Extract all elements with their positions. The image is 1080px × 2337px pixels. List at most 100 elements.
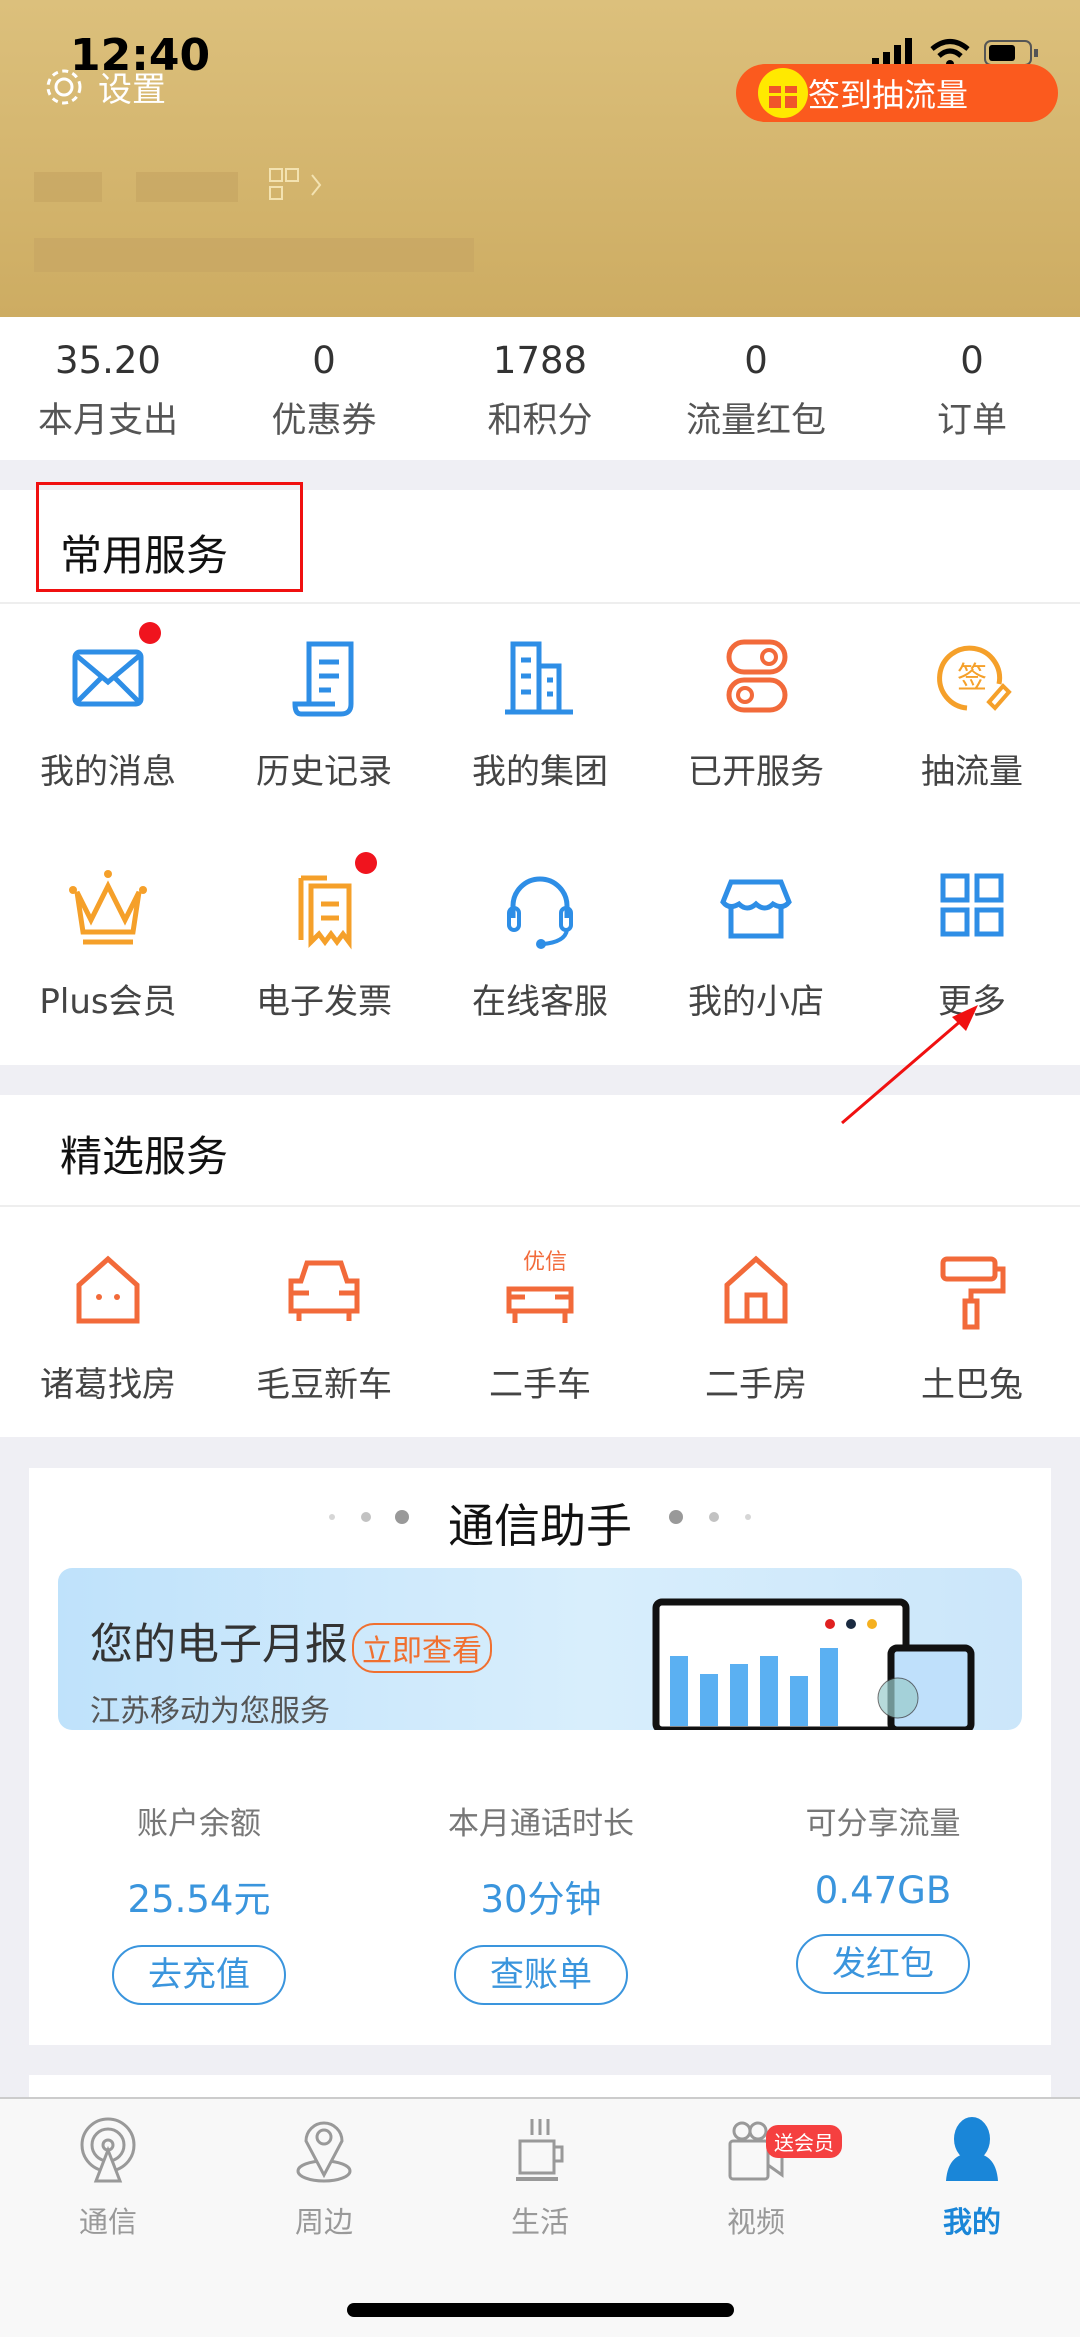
tab-2[interactable]: 生活 [432,2117,648,2241]
stat-item[interactable]: 1788 和积分 [432,317,648,460]
coffee-cup-icon [432,2117,648,2187]
summary-value: 0.47GB [814,1869,952,1912]
summary-value: 30分钟 [480,1878,602,1921]
service-item[interactable]: 历史记录 [216,632,432,793]
service-item[interactable]: 优信二手车 [432,1245,648,1406]
service-label: 我的消息 [40,752,176,792]
comm-assistant-card: 通信助手 您的电子月报 立即查看 江苏移动为您服务 账户余额 25.54元 去充值 本月… [29,1468,1051,2045]
profile-header: 12:40 设置 签到抽流量 [0,0,1080,317]
service-item[interactable]: 已开服务 [648,632,864,793]
highlight-annotation-box [36,482,303,592]
annotation-arrow [841,1005,978,1125]
settings-label: 设置 [98,70,166,110]
stat-value: 0 [312,339,336,382]
service-label: 诸葛找房 [40,1365,176,1405]
tab-0[interactable]: 通信 [0,2117,216,2241]
blurred-phone-number [34,238,474,272]
stat-value: 35.20 [55,339,161,382]
banner-subtitle: 江苏移动为您服务 [90,1694,330,1729]
tab-4[interactable]: 我的 [864,2117,1080,2241]
settings-button[interactable]: 设置 [42,62,166,111]
report-illustration-icon [652,1598,975,1730]
stat-item[interactable]: 0 订单 [864,317,1080,460]
building-icon [495,632,585,722]
blurred-name [34,172,102,202]
account-summary-column: 本月通话时长 30分钟查账单 [371,1798,711,2005]
summary-action-button[interactable]: 去充值 [112,1945,286,2005]
house-icon [711,1245,801,1335]
stat-value: 0 [960,339,984,382]
svg-text:签: 签 [957,661,987,696]
tab-3[interactable]: 送会员视频 [648,2117,864,2241]
service-item[interactable]: 土巴兔 [864,1245,1080,1406]
blurred-name [136,172,238,202]
page-dot [709,1512,719,1522]
card-title: 通信助手 [448,1499,632,1553]
scroll-icon [279,632,369,722]
notification-dot [355,852,377,874]
used-car-icon: 优信 [495,1245,585,1335]
service-item[interactable]: 我的集团 [432,632,648,793]
service-item[interactable]: 我的消息 [0,622,216,793]
house-face-icon [63,1245,153,1335]
stat-value: 0 [744,339,768,382]
user-icon [864,2117,1080,2187]
headset-icon [495,862,585,952]
service-label: 我的集团 [472,752,608,792]
car-icon [279,1245,369,1335]
service-item[interactable]: 电子发票 [216,852,432,1023]
service-item[interactable]: 二手房 [648,1245,864,1406]
stat-item[interactable]: 0 流量红包 [648,317,864,460]
summary-value: 25.54元 [127,1878,271,1921]
service-label: 抽流量 [921,752,1023,792]
gear-icon [46,69,82,104]
summary-action-button[interactable]: 查账单 [454,1945,628,2005]
tab-label: 生活 [510,2205,569,2239]
service-label: 历史记录 [256,752,392,792]
qr-code-icon[interactable] [268,167,328,203]
featured-services-section: 精选服务 诸葛找房 毛豆新车 优信 二手车 二手房 土巴兔 [0,1095,1080,1437]
gift-icon [758,68,808,118]
service-label: 二手车 [489,1365,591,1405]
svg-text:优信: 优信 [523,1250,567,1275]
service-item[interactable]: 毛豆新车 [216,1245,432,1406]
stat-value: 1788 [492,339,588,382]
stat-item[interactable]: 0 优惠券 [216,317,432,460]
service-label: 土巴兔 [921,1365,1023,1405]
view-now-tag[interactable]: 立即查看 [352,1622,492,1673]
service-label: 电子发票 [256,982,392,1022]
monthly-report-banner[interactable]: 您的电子月报 立即查看 江苏移动为您服务 [58,1568,1022,1730]
stat-item[interactable]: 35.20 本月支出 [0,317,216,460]
tab-label: 通信 [78,2205,137,2239]
stat-label: 订单 [936,401,1007,441]
mail-icon [63,622,161,722]
signin-lottery-button[interactable]: 签到抽流量 [736,64,1058,122]
location-pin-icon [216,2117,432,2187]
stat-label: 流量红包 [685,401,826,441]
service-item[interactable]: 在线客服 [432,862,648,1023]
service-item[interactable]: 签抽流量 [864,632,1080,793]
home-indicator[interactable] [347,2303,734,2317]
tab-label: 我的 [942,2205,1001,2239]
service-label: 已开服务 [688,752,824,792]
summary-action-button[interactable]: 发红包 [796,1934,970,1994]
service-label: Plus会员 [39,982,177,1022]
stats-bar: 35.20 本月支出 0 优惠券 1788 和积分 0 流量红包 0 订单 [0,317,1080,460]
notification-dot [139,622,161,644]
summary-label: 本月通话时长 [448,1806,634,1842]
tab-1[interactable]: 周边 [216,2117,432,2241]
service-item[interactable]: Plus会员 [0,862,216,1023]
banner-title: 您的电子月报 [90,1620,348,1670]
account-summary-column: 可分享流量 0.47GB 发红包 [713,1798,1053,1994]
stat-label: 本月支出 [37,401,178,441]
service-item[interactable]: 诸葛找房 [0,1245,216,1406]
divider [0,602,1080,604]
service-label: 毛豆新车 [256,1365,392,1405]
promo-badge: 送会员 [766,2125,842,2158]
crown-icon [63,862,153,952]
tab-label: 视频 [726,2205,785,2239]
invoice-icon [279,852,377,952]
service-label: 二手房 [705,1365,807,1405]
summary-label: 可分享流量 [805,1806,961,1842]
stat-label: 优惠券 [271,401,377,441]
